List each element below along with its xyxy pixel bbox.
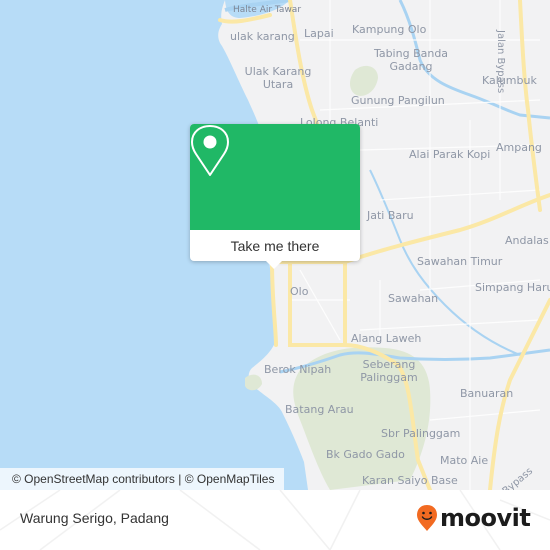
place-label: Alai Parak Kopi: [409, 148, 491, 161]
take-me-there-button[interactable]: Take me there: [190, 230, 360, 261]
road-label: Jalan Bypass: [495, 30, 506, 94]
place-label: Jati Baru: [367, 209, 414, 222]
place-label: Ampang: [496, 141, 542, 154]
map-pin-icon: [191, 125, 229, 176]
place-label: Mato Aie: [440, 454, 489, 467]
popup-header: [190, 124, 360, 230]
moovit-pin-icon: [417, 505, 437, 531]
moovit-wordmark: moovit: [440, 504, 531, 532]
place-label: ulak karang: [230, 30, 295, 43]
place-label: Tabing Banda Gadang: [373, 47, 449, 73]
footer-bar: Warung Serigo, Padang moovit: [0, 490, 550, 550]
place-label: Andalas: [505, 234, 549, 247]
place-label: Lapai: [304, 27, 334, 40]
map-attribution[interactable]: © OpenStreetMap contributors | © OpenMap…: [0, 468, 285, 490]
place-label: Kalumbuk: [482, 74, 537, 87]
place-label: Halte Air Tawar: [233, 5, 302, 15]
place-label: Kampung Olo: [352, 23, 427, 36]
place-label: Berok Nipah: [264, 363, 332, 376]
place-label: Sbr Palinggam: [381, 427, 461, 440]
place-label: Seberang Palinggam: [360, 358, 418, 384]
popup-pointer: [266, 261, 282, 269]
place-label: Simpang Haru: [475, 281, 550, 294]
place-label: Banuaran: [460, 387, 514, 400]
map-view[interactable]: Halte Air Tawar Kampung Olo ulak karang …: [0, 0, 550, 490]
place-label: Olo: [290, 285, 309, 298]
place-label: Gunung Pangilun: [351, 94, 445, 107]
place-label: Alang Laweh: [351, 332, 422, 345]
place-label: Ulak Karang Utara: [244, 65, 312, 91]
road-jalan-bypass: [518, 0, 542, 212]
location-title: Warung Serigo, Padang: [20, 510, 169, 526]
destination-popup: Take me there: [190, 124, 360, 269]
place-label: Bk Gado Gado: [326, 448, 405, 461]
place-label: Sawahan: [388, 292, 439, 305]
place-label: Sawahan Timur: [417, 255, 503, 268]
moovit-logo[interactable]: moovit: [416, 504, 531, 532]
place-label: Batang Arau: [285, 403, 354, 416]
place-label: Karan Saiyo Base: [362, 474, 458, 487]
